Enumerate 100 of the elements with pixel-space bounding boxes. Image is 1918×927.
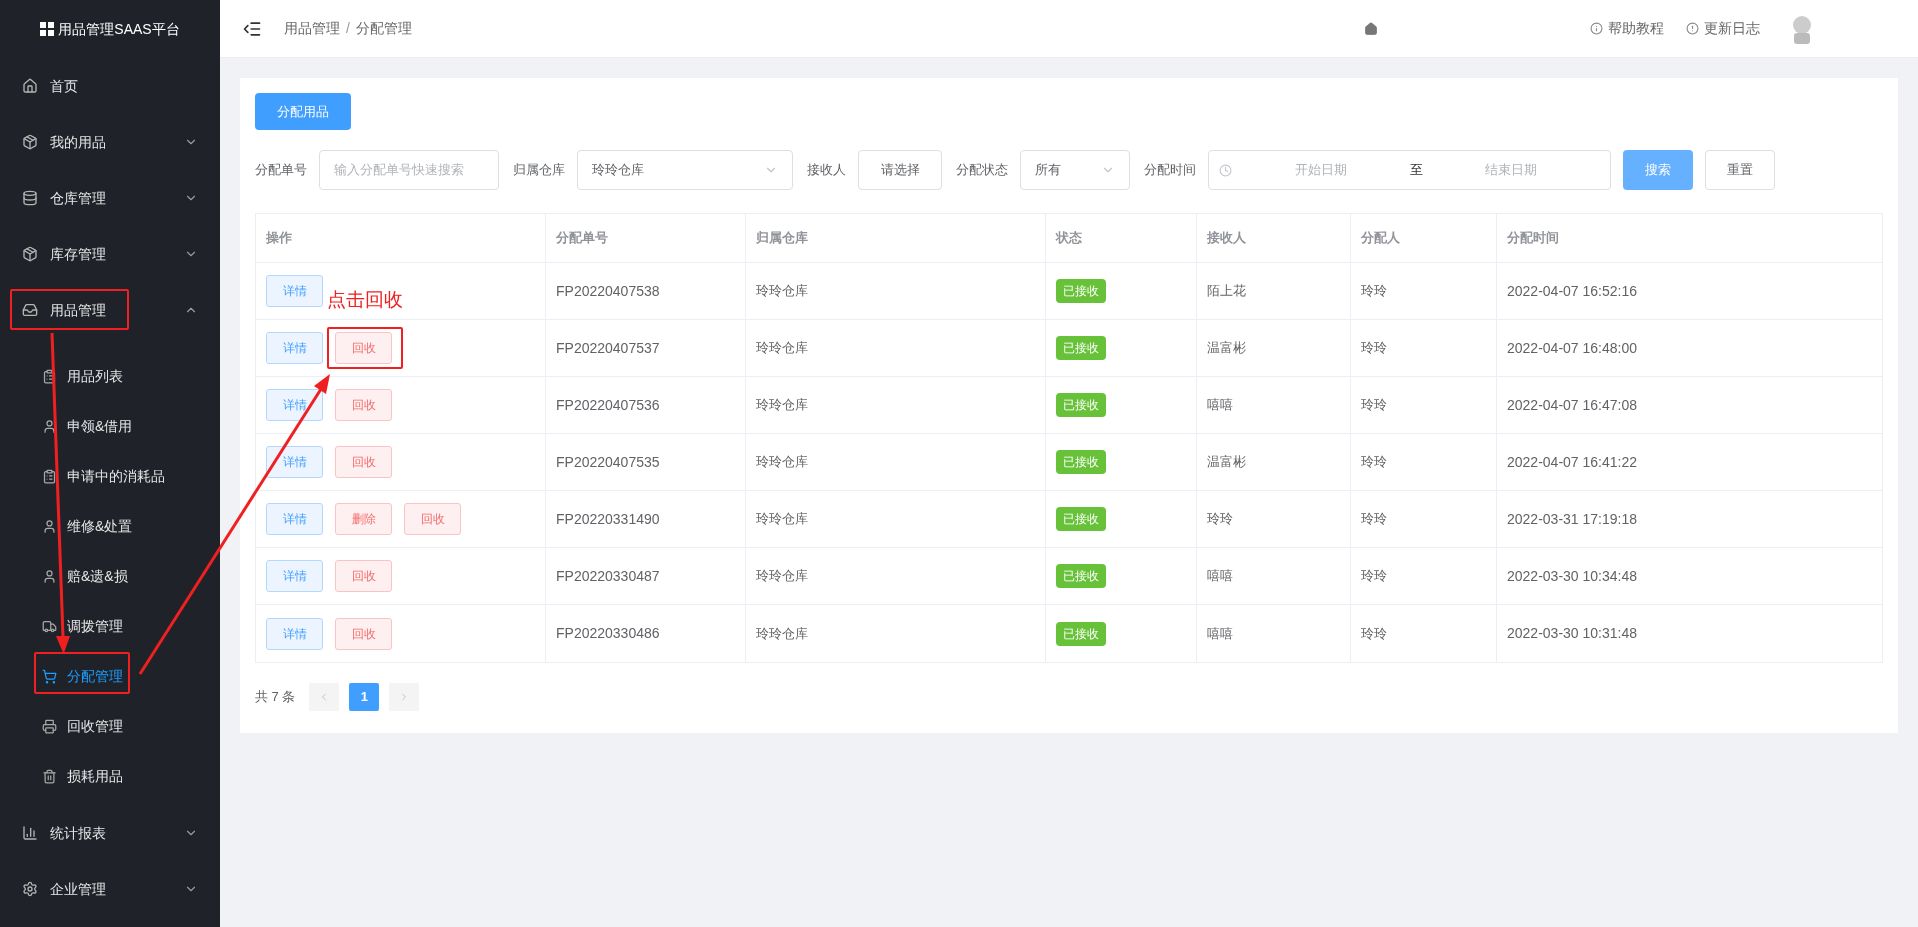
table-cell: 嘻嘻 — [1197, 377, 1351, 433]
total-count: 共 7 条 — [255, 688, 296, 707]
sidebar-subitem[interactable]: 维修&处置 — [0, 501, 220, 551]
alert-icon — [1686, 22, 1699, 35]
table-cell: 玲玲仓库 — [746, 377, 1046, 433]
table-cell: 玲玲 — [1351, 605, 1497, 662]
filter-label: 分配单号 — [255, 161, 307, 180]
filter-label: 分配时间 — [1144, 161, 1196, 180]
column-header: 接收人 — [1197, 214, 1351, 262]
table-cell: 温富彬 — [1197, 434, 1351, 490]
table-cell: FP20220407537 — [546, 320, 746, 376]
table-cell: FP20220330486 — [546, 605, 746, 662]
table-cell: FP20220331490 — [546, 491, 746, 547]
sidebar-subitem[interactable]: 赔&遗&损 — [0, 551, 220, 601]
column-header: 状态 — [1046, 214, 1197, 262]
status-tag: 已接收 — [1056, 450, 1106, 474]
table-cell: 玲玲仓库 — [746, 434, 1046, 490]
header-link[interactable]: 更新日志 — [1686, 18, 1760, 39]
user-icon — [42, 418, 57, 434]
table-cell: FP20220407535 — [546, 434, 746, 490]
table-cell: 玲玲仓库 — [746, 548, 1046, 604]
app-logo-text: 用品管理SAAS平台 — [58, 19, 180, 39]
logo-icon — [40, 22, 55, 36]
status-tag: 已接收 — [1056, 507, 1106, 531]
header-link[interactable]: 帮助教程 — [1590, 18, 1664, 39]
select-field[interactable]: 玲玲仓库 — [577, 150, 793, 190]
table-cell: 玲玲 — [1351, 491, 1497, 547]
table-cell: 嘻嘻 — [1197, 605, 1351, 662]
breadcrumb-item[interactable]: 用品管理 — [284, 18, 340, 39]
settings-icon — [22, 881, 38, 897]
status-tag: 已接收 — [1056, 564, 1106, 588]
trash-icon — [42, 768, 57, 784]
sidebar-item[interactable]: 我的用品 — [0, 114, 220, 170]
table-cell: 玲玲仓库 — [746, 605, 1046, 662]
table-cell-text: 2022-03-30 10:31:48 — [1506, 624, 1638, 643]
previous-page-button[interactable] — [309, 683, 340, 711]
status-tag: 已接收 — [1056, 279, 1106, 303]
table-cell: 玲玲仓库 — [746, 263, 1046, 319]
clipboard-icon — [42, 468, 57, 484]
table-cell: FP20220407538 — [546, 263, 746, 319]
sidebar-subitem[interactable]: 用品列表 — [0, 351, 220, 401]
sidebar-item[interactable]: 企业管理 — [0, 861, 220, 917]
sidebar-item[interactable]: 库存管理 — [0, 226, 220, 282]
truck-icon — [42, 618, 57, 634]
database-icon — [22, 190, 38, 206]
status-tag: 已接收 — [1056, 393, 1106, 417]
column-header: 分配单号 — [546, 214, 746, 262]
filter-label: 分配状态 — [956, 161, 1008, 180]
table-cell: 玲玲 — [1351, 263, 1497, 319]
sidebar-item[interactable]: 仓库管理 — [0, 170, 220, 226]
table-cell-text: 2022-03-30 10:34:48 — [1506, 566, 1638, 586]
sidebar-subitem[interactable]: 回收管理 — [0, 701, 220, 751]
filter-label: 接收人 — [807, 161, 846, 180]
breadcrumb-separator: / — [346, 19, 350, 38]
table-cell: FP20220407536 — [546, 377, 746, 433]
table-cell: 陌上花 — [1197, 263, 1351, 319]
table-cell: 玲玲 — [1351, 320, 1497, 376]
table-cell-text: 2022-04-07 16:52:16 — [1506, 281, 1638, 301]
select-field[interactable]: 所有 — [1020, 150, 1130, 190]
table-cell-text: 2022-03-31 17:19:18 — [1506, 509, 1638, 529]
filter-label: 归属仓库 — [513, 161, 565, 180]
home-icon[interactable] — [1364, 21, 1378, 36]
sidebar-item[interactable]: 首页 — [0, 58, 220, 114]
info-icon — [1590, 22, 1603, 35]
table-cell: 玲玲 — [1351, 377, 1497, 433]
sidebar-subitem[interactable]: 分配管理 — [0, 651, 220, 701]
breadcrumb-item: 分配管理 — [355, 19, 412, 38]
column-header: 分配人 — [1351, 214, 1497, 262]
table-cell: 玲玲 — [1351, 434, 1497, 490]
bar-chart-icon — [22, 825, 38, 841]
cart-icon — [42, 668, 57, 684]
sidebar-subitem[interactable]: 申请中的消耗品 — [0, 451, 220, 501]
sidebar-item[interactable]: 用品管理 — [0, 282, 220, 338]
sidebar-subitem[interactable]: 调拨管理 — [0, 601, 220, 651]
printer-icon — [42, 718, 57, 734]
sidebar-subitem[interactable]: 损耗用品 — [0, 751, 220, 801]
receiver-select-button[interactable]: 请选择 — [858, 150, 942, 190]
next-page-button[interactable] — [389, 683, 420, 711]
inbox-icon — [22, 302, 38, 318]
table-cell: 玲玲仓库 — [746, 491, 1046, 547]
table-cell: FP20220330487 — [546, 548, 746, 604]
table-cell: 玲玲 — [1351, 548, 1497, 604]
table-cell: 玲玲 — [1197, 491, 1351, 547]
table-cell-text: 2022-04-07 16:48:00 — [1506, 338, 1638, 358]
user-icon — [42, 568, 57, 584]
table-cell-text: 2022-04-07 16:41:22 — [1506, 452, 1638, 472]
table-cell: 玲玲仓库 — [746, 320, 1046, 376]
status-tag: 已接收 — [1056, 336, 1106, 360]
user-icon — [42, 518, 57, 534]
column-header: 归属仓库 — [746, 214, 1046, 262]
date-range-field[interactable]: 开始日期 至 结束日期 — [1208, 150, 1611, 190]
clock-icon — [1219, 163, 1232, 177]
sidebar-item[interactable]: 统计报表 — [0, 805, 220, 861]
status-tag: 已接收 — [1056, 621, 1106, 646]
annotation-text: 点击回收 — [327, 288, 403, 312]
sidebar-subitem[interactable]: 申领&借用 — [0, 401, 220, 451]
column-header: 分配时间 — [1506, 229, 1560, 248]
column-header: 操作 — [256, 214, 546, 262]
box-icon — [22, 134, 38, 150]
reset-button[interactable]: 重置 — [1705, 150, 1775, 190]
